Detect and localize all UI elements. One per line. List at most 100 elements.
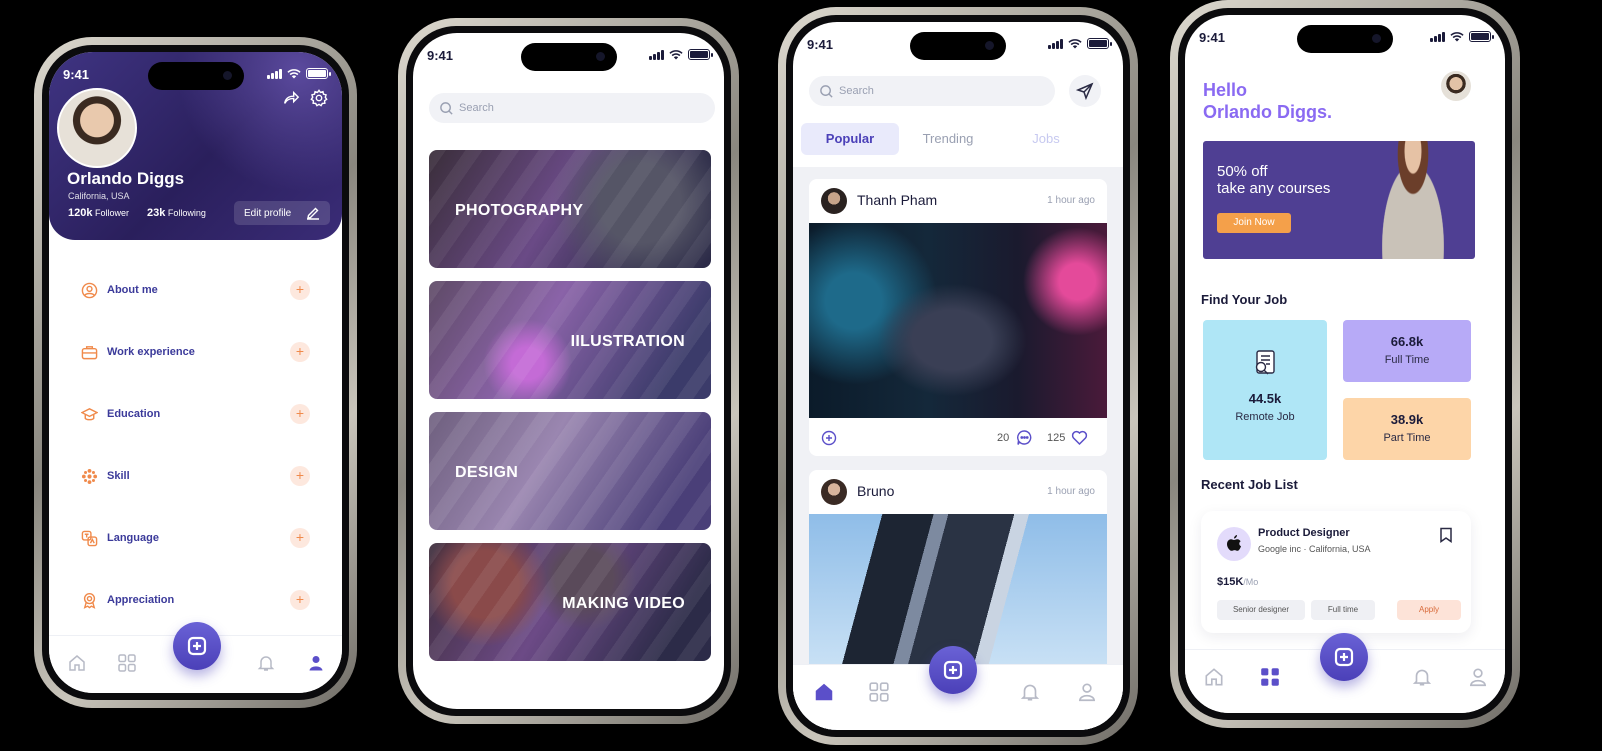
job-tag-type: Full time xyxy=(1311,600,1375,620)
category-label-illustration: IILUSTRATION xyxy=(570,333,685,350)
create-post-fab[interactable] xyxy=(929,646,977,694)
add-about-me-button[interactable]: + xyxy=(290,280,310,300)
add-work-experience-button[interactable]: + xyxy=(290,342,310,362)
battery-icon xyxy=(688,49,713,60)
author-avatar[interactable] xyxy=(821,188,847,214)
menu-row-language[interactable]: Language + xyxy=(81,526,310,550)
apply-button[interactable]: Apply xyxy=(1397,600,1461,620)
send-message-button[interactable] xyxy=(1069,75,1101,107)
comment-count: 20 xyxy=(997,432,1010,444)
graduation-cap-icon xyxy=(81,407,98,420)
plus-square-icon xyxy=(187,636,207,656)
create-post-fab[interactable] xyxy=(1320,633,1368,681)
search-placeholder: Search xyxy=(839,85,874,97)
settings-gear-icon[interactable] xyxy=(310,89,328,107)
user-avatar[interactable] xyxy=(1441,71,1471,101)
followers-stat[interactable]: 120k Follower xyxy=(68,207,129,219)
profile-tab-icon[interactable] xyxy=(1076,681,1098,703)
company-logo xyxy=(1217,527,1251,561)
find-job-title: Find Your Job xyxy=(1201,292,1288,307)
following-count: 23k xyxy=(147,207,166,219)
plus-square-icon xyxy=(1334,647,1354,667)
home-icon[interactable] xyxy=(67,653,87,673)
share-icon[interactable] xyxy=(282,89,300,107)
author-avatar[interactable] xyxy=(821,479,847,505)
full-time-count: 66.8k xyxy=(1390,334,1424,349)
profile-stats: 120k Follower 23k Following xyxy=(68,207,206,219)
full-time-card[interactable]: 66.8k Full Time xyxy=(1343,320,1471,382)
signal-icon xyxy=(1048,38,1063,49)
post-author[interactable]: Bruno xyxy=(857,483,894,499)
language-icon xyxy=(81,530,98,546)
tab-trending[interactable]: Trending xyxy=(899,123,997,155)
grid-icon[interactable] xyxy=(1259,666,1281,688)
menu-row-work-experience[interactable]: Work experience + xyxy=(81,340,310,364)
battery-icon xyxy=(1087,38,1112,49)
home-icon[interactable] xyxy=(1203,666,1225,688)
bell-icon[interactable] xyxy=(256,653,276,673)
search-input[interactable]: Search xyxy=(429,93,715,123)
post-image[interactable] xyxy=(809,223,1107,418)
following-label: Following xyxy=(167,208,206,218)
promo-discount: 50% off xyxy=(1217,163,1268,180)
grid-icon[interactable] xyxy=(117,653,137,673)
dynamic-island xyxy=(147,62,244,90)
following-stat[interactable]: 23k Following xyxy=(147,207,206,219)
menu-label-work-experience: Work experience xyxy=(107,346,195,358)
phone-profile: 9:41 Orlando Diggs California, USA 120k … xyxy=(34,37,357,708)
search-icon xyxy=(440,101,453,115)
tab-jobs[interactable]: Jobs xyxy=(997,123,1095,155)
menu-row-about-me[interactable]: About me + xyxy=(81,278,310,302)
category-illustration[interactable]: IILUSTRATION xyxy=(429,281,711,399)
bell-icon[interactable] xyxy=(1019,681,1041,703)
wifi-icon xyxy=(1068,38,1082,48)
plus-square-icon xyxy=(943,660,963,680)
post-header: Thanh Pham 1 hour ago xyxy=(809,179,1107,223)
menu-row-education[interactable]: Education + xyxy=(81,402,310,426)
part-time-card[interactable]: 38.9k Part Time xyxy=(1343,398,1471,460)
edit-profile-button[interactable]: Edit profile xyxy=(234,201,330,225)
signal-icon xyxy=(1430,31,1445,42)
bookmark-icon[interactable] xyxy=(1439,527,1453,543)
greeting-name: Orlando Diggs. xyxy=(1203,102,1333,122)
category-photography[interactable]: PHOTOGRAPHY xyxy=(429,150,711,268)
join-now-button[interactable]: Join Now xyxy=(1217,213,1291,233)
profile-tab-icon[interactable] xyxy=(1467,666,1489,688)
job-tag-level: Senior designer xyxy=(1217,600,1305,620)
home-icon[interactable] xyxy=(813,681,835,703)
signal-icon xyxy=(649,49,664,60)
promo-text: 50% off take any courses xyxy=(1217,163,1330,197)
promo-subtitle: take any courses xyxy=(1217,180,1331,197)
remote-job-label: Remote Job xyxy=(1235,411,1295,423)
grid-icon[interactable] xyxy=(868,681,890,703)
job-list-item[interactable]: Product Designer Google inc · California… xyxy=(1201,511,1471,633)
tab-popular[interactable]: Popular xyxy=(801,123,899,155)
category-label-design: DESIGN xyxy=(455,464,519,481)
job-search-document-icon xyxy=(1255,350,1275,375)
category-design[interactable]: DESIGN xyxy=(429,412,711,530)
comment-bubble-icon[interactable] xyxy=(1016,429,1033,446)
menu-row-skill[interactable]: Skill + xyxy=(81,464,310,488)
add-appreciation-button[interactable]: + xyxy=(290,590,310,610)
promo-banner[interactable]: 50% off take any courses Join Now xyxy=(1203,141,1475,259)
post-author[interactable]: Thanh Pham xyxy=(857,192,937,208)
menu-row-appreciation[interactable]: Appreciation + xyxy=(81,588,310,612)
jobs-screen: 9:41 Hello Orlando Diggs. 50% off take a… xyxy=(1185,15,1505,713)
search-placeholder: Search xyxy=(459,102,494,114)
category-making-video[interactable]: MAKING VIDEO xyxy=(429,543,711,661)
bell-icon[interactable] xyxy=(1411,666,1433,688)
add-skill-button[interactable]: + xyxy=(290,466,310,486)
add-language-button[interactable]: + xyxy=(290,528,310,548)
phone-explore: 9:41 Search PHOTOGRAPHY IILUSTRATION DES… xyxy=(398,18,739,724)
remote-job-card[interactable]: 44.5k Remote Job xyxy=(1203,320,1327,460)
profile-tab-icon[interactable] xyxy=(306,653,326,673)
add-education-button[interactable]: + xyxy=(290,404,310,424)
add-circle-icon[interactable] xyxy=(821,430,837,446)
create-post-fab[interactable] xyxy=(173,622,221,670)
battery-icon xyxy=(306,68,331,79)
heart-icon[interactable] xyxy=(1071,429,1088,446)
promo-model-image xyxy=(1365,141,1461,259)
menu-label-appreciation: Appreciation xyxy=(107,594,175,606)
profile-avatar[interactable] xyxy=(57,88,137,168)
search-input[interactable]: Search xyxy=(809,76,1055,106)
